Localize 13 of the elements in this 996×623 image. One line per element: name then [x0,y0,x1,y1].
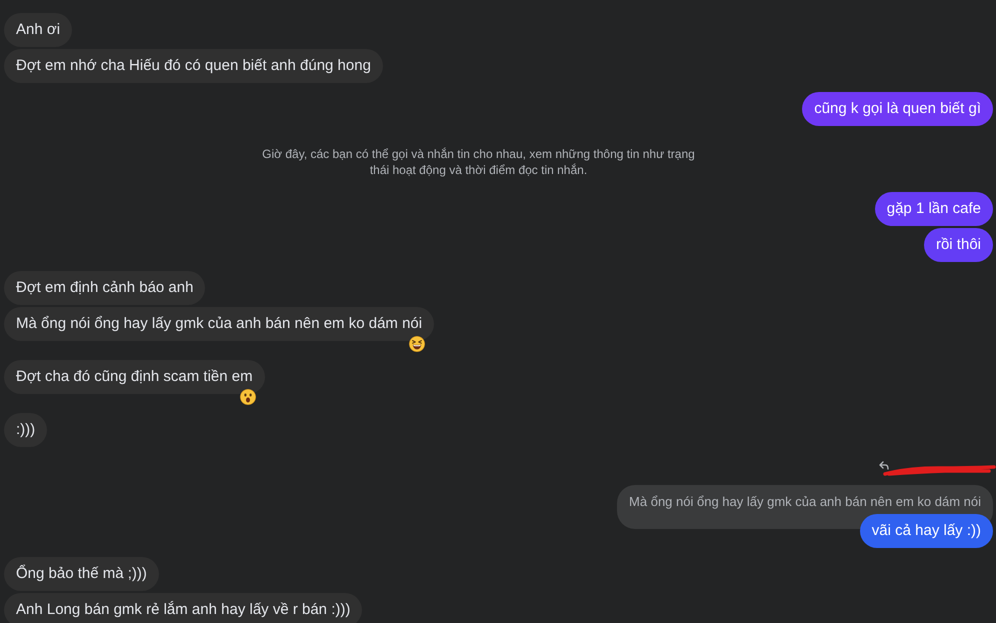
reply-arrow-icon [879,461,889,470]
message-bubble: :))) [4,413,48,447]
message-bubble: Ổng bảo thế mà ;))) [4,557,159,591]
message-bubble: rồi thôi [924,228,993,262]
message-bubble: Anh ơi [4,13,72,47]
message-bubble: Đợt em định cảnh báo anh [4,271,206,305]
message-bubble: cũng k gọi là quen biết gì [802,92,993,126]
message-bubble: Đợt cha đó cũng định scam tiền em [4,360,265,394]
message-bubble: Anh Long bán gmk rẻ lắm anh hay lấy về r bán :))) [4,593,362,623]
message-bubble: Đợt em nhớ cha Hiếu đó có quen biết anh đúng hong [4,49,383,83]
message-bubble: gặp 1 lần cafe [874,192,993,226]
message-bubble: Mà ổng nói ổng hay lấy gmk của anh bán nên em ko dám nói [4,307,434,341]
system-notice: Giờ đây, các bạn có thể gọi và nhắn tin cho nhau, xem những thông tin như trạng thái hoạt động và thời điểm đọc tin nhắn. [261,146,696,178]
